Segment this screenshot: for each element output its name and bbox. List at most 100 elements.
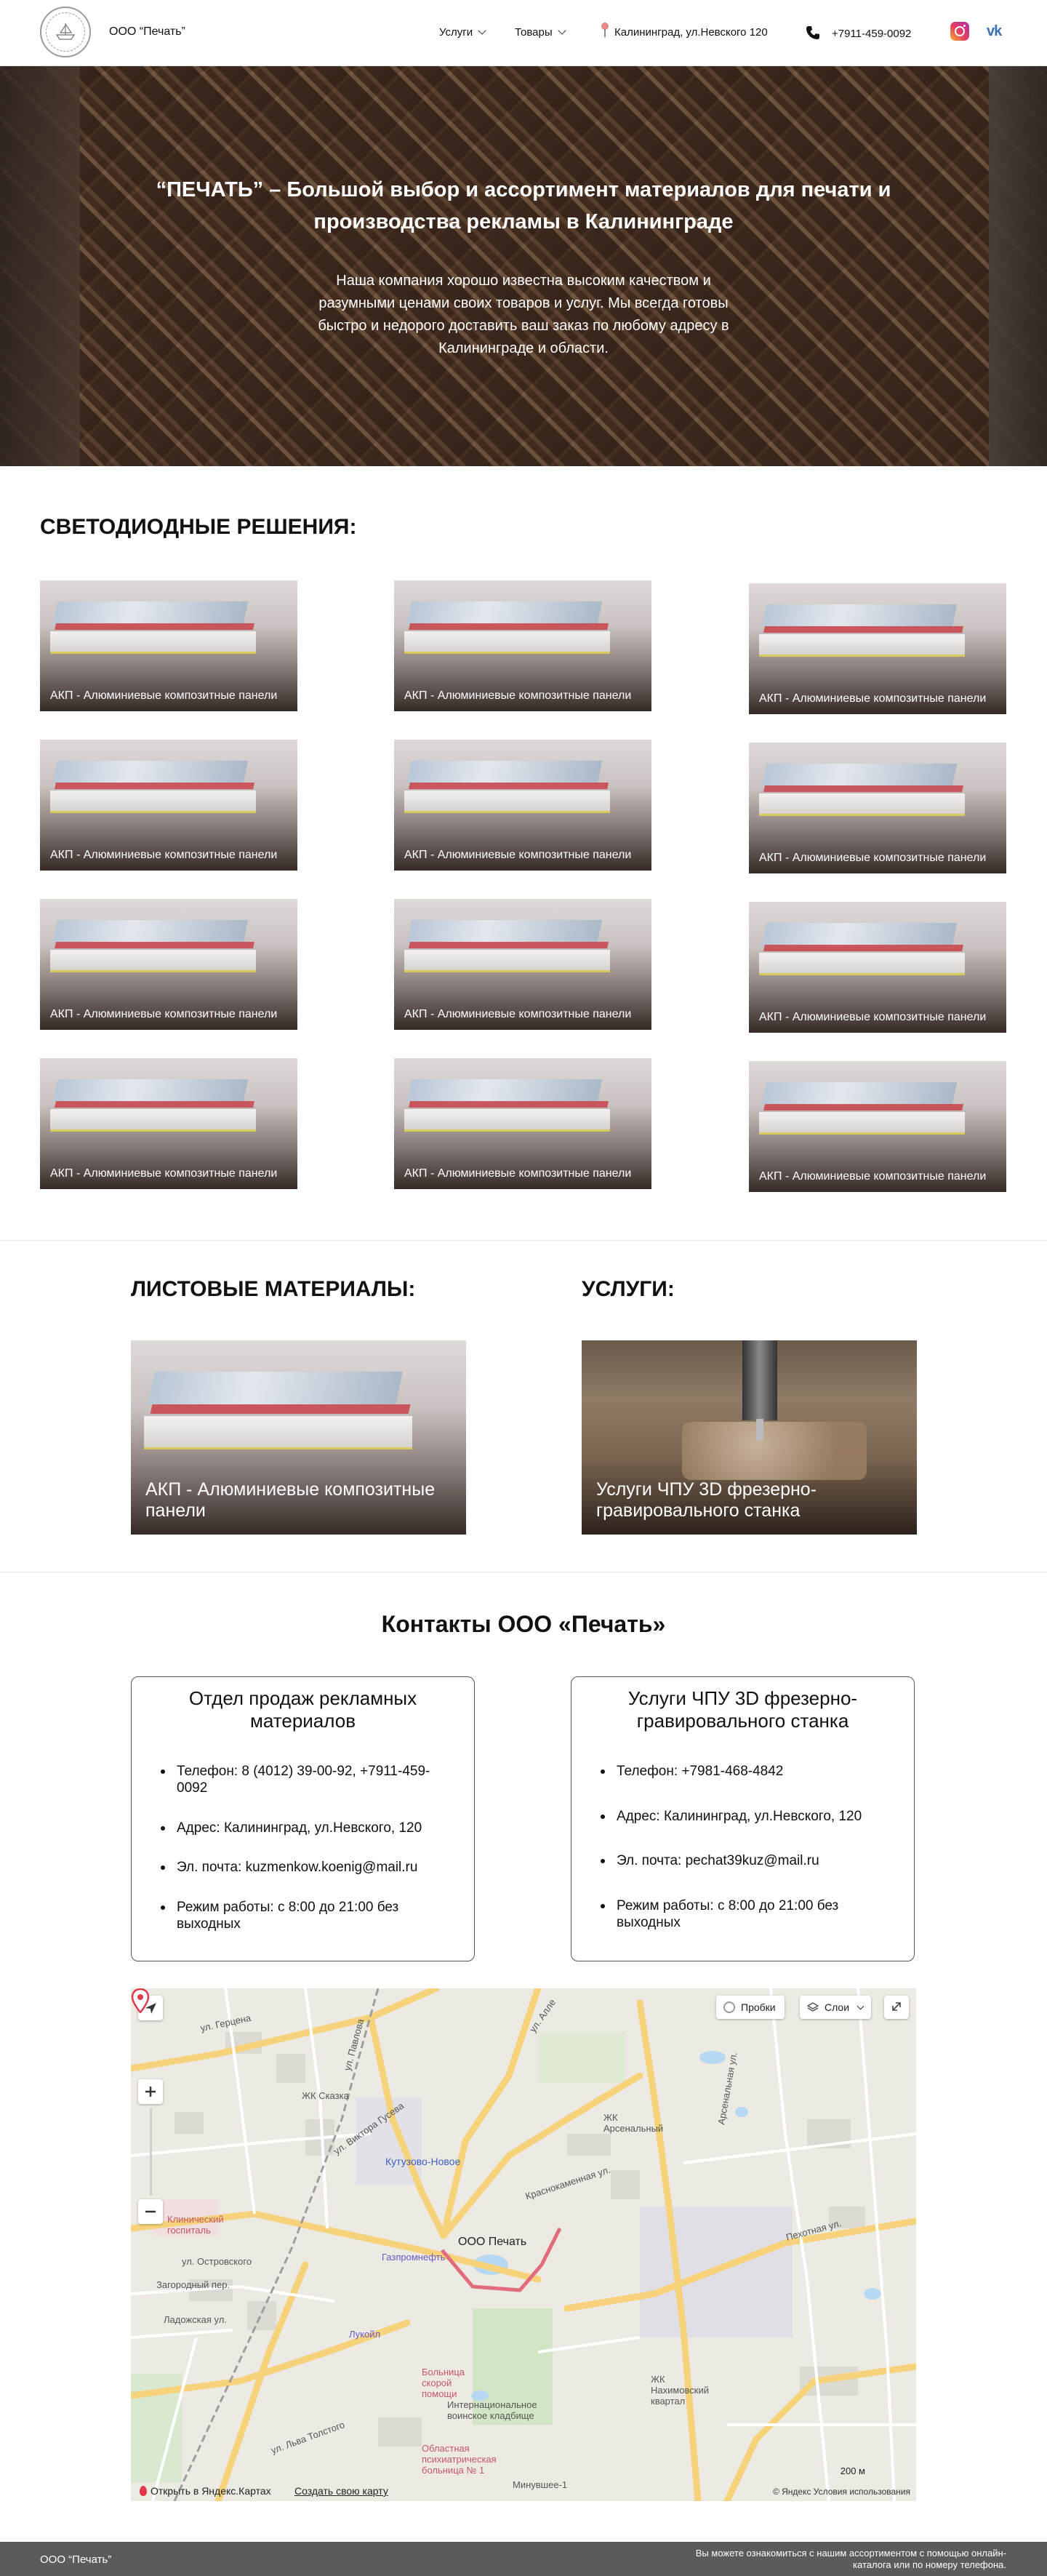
zoom-in-button[interactable]: [138, 2079, 163, 2104]
panel-layer: [409, 942, 609, 949]
panel-layer: [55, 942, 254, 949]
marker-label: ООО Печать: [458, 2236, 527, 2248]
footer-company: ООО “Печать”: [40, 2553, 112, 2566]
led-product-card[interactable]: АКП - Алюминиевые композитные панели: [749, 902, 1006, 1033]
yandex-pin-icon: [140, 2486, 147, 2496]
nav-products[interactable]: Товары: [515, 26, 566, 39]
fullscreen-button[interactable]: [884, 1996, 909, 2019]
contact-phone[interactable]: Телефон: +7981-468-4842: [601, 1763, 892, 1780]
sheet-card-label: АКП - Алюминиевые композитные панели: [145, 1479, 436, 1521]
led-product-card[interactable]: АКП - Алюминиевые композитные панели: [394, 1058, 651, 1189]
panel-film: [147, 1371, 403, 1405]
led-product-card[interactable]: АКП - Алюминиевые композитные панели: [749, 743, 1006, 873]
company-name[interactable]: ООО “Печать”: [109, 25, 185, 39]
panel-layer: [55, 783, 254, 790]
cnc-spindle: [742, 1340, 778, 1420]
led-product-card[interactable]: АКП - Алюминиевые композитные панели: [40, 580, 297, 711]
sheet-material-card[interactable]: АКП - Алюминиевые композитные панели: [131, 1340, 466, 1535]
minus-icon: [145, 2210, 156, 2213]
panel-core: [144, 1416, 413, 1449]
led-card-label: АКП - Алюминиевые композитные панели: [404, 689, 632, 702]
led-card-label: АКП - Алюминиевые композитные панели: [404, 1167, 632, 1180]
led-card-label: АКП - Алюминиевые композитные панели: [50, 689, 278, 702]
panel-layer: [763, 785, 963, 793]
panel-layer: [409, 623, 609, 631]
chevron-down-icon: [478, 26, 486, 35]
create-map-link[interactable]: Создать свою карту: [294, 2485, 388, 2497]
nav-products-label: Товары: [515, 26, 553, 39]
led-product-card[interactable]: АКП - Алюминиевые композитные панели: [40, 740, 297, 871]
panel-layer: [409, 783, 609, 790]
company-logo[interactable]: [40, 7, 91, 57]
yandex-copyright[interactable]: © Яндекс Условия использования: [773, 2487, 910, 2497]
panel-core: [759, 953, 966, 975]
layers-icon: [807, 2002, 819, 2012]
zoom-slider-track[interactable]: [150, 2108, 152, 2196]
nav-services-label: Услуги: [439, 26, 473, 39]
nav-services[interactable]: Услуги: [439, 26, 486, 39]
led-product-card[interactable]: АКП - Алюминиевые композитные панели: [394, 899, 651, 1030]
header-address[interactable]: Калининград, ул.Невского 120: [614, 26, 768, 39]
contact-address: Адрес: Калининград, ул.Невского, 120: [161, 1820, 452, 1836]
cnc-card-label: Услуги ЧПУ 3D фрезерно-гравировального с…: [596, 1479, 817, 1521]
traffic-label: Пробки: [741, 2001, 776, 2013]
contact-box-cnc: Услуги ЧПУ 3D фрезерно-гравировального с…: [571, 1676, 915, 1961]
zoom-out-button[interactable]: [138, 2199, 163, 2224]
led-card-label: АКП - Алюминиевые композитные панели: [404, 849, 632, 861]
open-yandex-maps-link[interactable]: Открыть в Яндекс.Картах: [140, 2485, 271, 2497]
led-card-label: АКП - Алюминиевые композитные панели: [759, 1170, 987, 1183]
contacts-title: Контакты ООО «Печать»: [381, 1611, 666, 1637]
led-product-card[interactable]: АКП - Алюминиевые композитные панели: [40, 1058, 297, 1189]
map-place-label: Больница скорой помощи: [422, 2367, 465, 2399]
map-place-label: Интернациональное воинское кладбище: [447, 2399, 537, 2421]
layers-button[interactable]: Слои: [800, 1996, 872, 2019]
map-street-label: Ладожская ул.: [164, 2314, 227, 2325]
contact-phone[interactable]: Телефон: 8 (4012) 39-00-92, +7911-459-00…: [161, 1763, 452, 1796]
section-title-sheets: ЛИСТОВЫЕ МАТЕРИАЛЫ:: [131, 1277, 416, 1301]
instagram-icon[interactable]: [950, 22, 969, 41]
map-pin-icon: [601, 23, 609, 37]
panel-film: [406, 760, 603, 783]
panel-film: [761, 922, 958, 945]
led-product-card[interactable]: АКП - Алюминиевые композитные панели: [749, 1061, 1006, 1192]
panel-layer: [55, 1101, 254, 1108]
phone-icon: [806, 26, 819, 39]
section-title-led: СВЕТОДИОДНЫЕ РЕШЕНИЯ:: [40, 515, 357, 539]
led-product-card[interactable]: АКП - Алюминиевые композитные панели: [394, 740, 651, 871]
cnc-service-card[interactable]: Услуги ЧПУ 3D фрезерно-гравировального с…: [582, 1340, 917, 1535]
panel-film: [52, 1079, 249, 1102]
map-place-label: ЖК Нахимовский квартал: [651, 2374, 710, 2407]
panel-layer: [150, 1404, 411, 1415]
divider: [0, 1240, 1047, 1241]
ship-icon: [55, 23, 76, 40]
panel-film: [406, 1079, 603, 1102]
panel-layer: [763, 1104, 963, 1111]
panel-core: [50, 1109, 257, 1132]
contact-hours: Режим работы: с 8:00 до 21:00 без выходн…: [161, 1899, 452, 1932]
map-place-label: Лукойл: [349, 2329, 381, 2340]
expand-icon: [892, 2002, 901, 2011]
panel-film: [406, 919, 603, 943]
vk-icon[interactable]: vk: [987, 23, 1002, 40]
contact-box-title: Отдел продаж рекламных материалов: [188, 1687, 417, 1732]
site-header: ООО “Печать” Услуги Товары Калининград, …: [0, 0, 1047, 66]
led-product-card[interactable]: АКП - Алюминиевые композитные панели: [394, 580, 651, 711]
led-product-card[interactable]: АКП - Алюминиевые композитные панели: [40, 899, 297, 1030]
layers-label: Слои: [825, 2001, 850, 2013]
contact-email[interactable]: Эл. почта: pechat39kuz@mail.ru: [601, 1852, 892, 1869]
contact-email[interactable]: Эл. почта: kuzmenkow.koenig@mail.ru: [161, 1859, 452, 1876]
led-product-card[interactable]: АКП - Алюминиевые композитные панели: [749, 583, 1006, 714]
map-place-label: Клинический госпиталь: [167, 2214, 224, 2236]
panel-layer: [763, 945, 963, 952]
yandex-map[interactable]: Пробки Слои ул. Герцена ул. Алле ЖК Сказ…: [131, 1988, 916, 2501]
traffic-button[interactable]: Пробки: [716, 1996, 785, 2019]
location-marker-icon[interactable]: [131, 1988, 150, 2013]
chevron-down-icon: [557, 26, 566, 35]
header-phone[interactable]: +7911-459-0092: [832, 28, 911, 40]
footer-note: Вы можете ознакомиться с нашим ассортиме…: [695, 2548, 1006, 2570]
map-place-label: Областная психиатрическая больница № 1: [422, 2443, 497, 2476]
panel-core: [404, 950, 611, 972]
panel-layer: [763, 626, 963, 633]
panel-core: [404, 1109, 611, 1132]
map-place-label: ЖК Арсенальный: [603, 2112, 664, 2134]
